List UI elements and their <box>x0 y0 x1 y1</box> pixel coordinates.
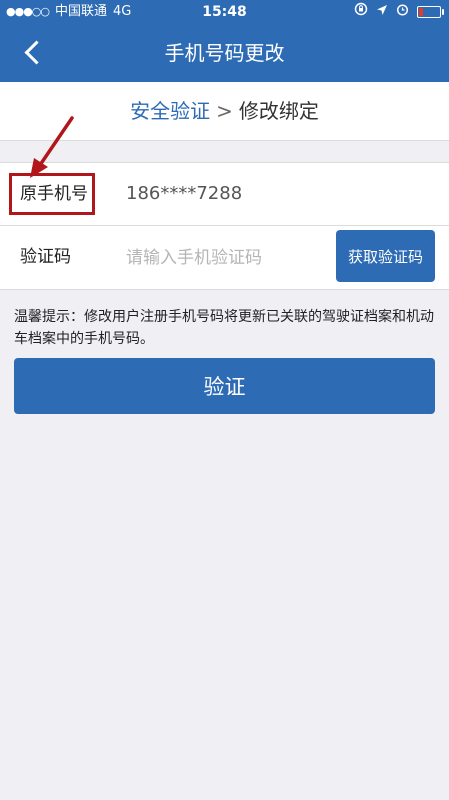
status-bar: ●●●○○ 中国联通 4G 15:48 <box>0 0 449 24</box>
verification-code-input[interactable] <box>124 240 328 276</box>
page-title: 手机号码更改 <box>164 41 285 65</box>
verify-button[interactable]: 验证 <box>14 358 435 414</box>
verification-code-label: 验证码 <box>20 247 71 267</box>
top-bar: ●●●○○ 中国联通 4G 15:48 手机号码更改 <box>0 0 449 82</box>
battery-icon <box>417 6 444 18</box>
verify-form: 原手机号 186****7288 验证码 获取验证码 <box>0 162 449 290</box>
get-code-button[interactable]: 获取验证码 <box>336 230 435 282</box>
alarm-icon <box>396 0 409 24</box>
verification-code-row: 验证码 获取验证码 <box>0 226 449 288</box>
location-icon <box>376 0 388 24</box>
original-phone-label: 原手机号 <box>20 184 88 204</box>
original-phone-value: 186****7288 <box>126 183 243 204</box>
nav-bar: 手机号码更改 <box>0 24 449 82</box>
original-phone-row: 原手机号 186****7288 <box>0 163 449 226</box>
rotation-lock-icon <box>354 0 368 24</box>
step-modify-binding: 修改绑定 <box>238 99 319 123</box>
step-separator: > <box>216 99 233 123</box>
step-security-verify: 安全验证 <box>130 99 211 123</box>
warm-tip: 温馨提示：修改用户注册手机号码将更新已关联的驾驶证档案和机动车档案中的手机号码。 <box>14 309 434 347</box>
step-indicator: 安全验证 > 修改绑定 <box>0 82 449 141</box>
